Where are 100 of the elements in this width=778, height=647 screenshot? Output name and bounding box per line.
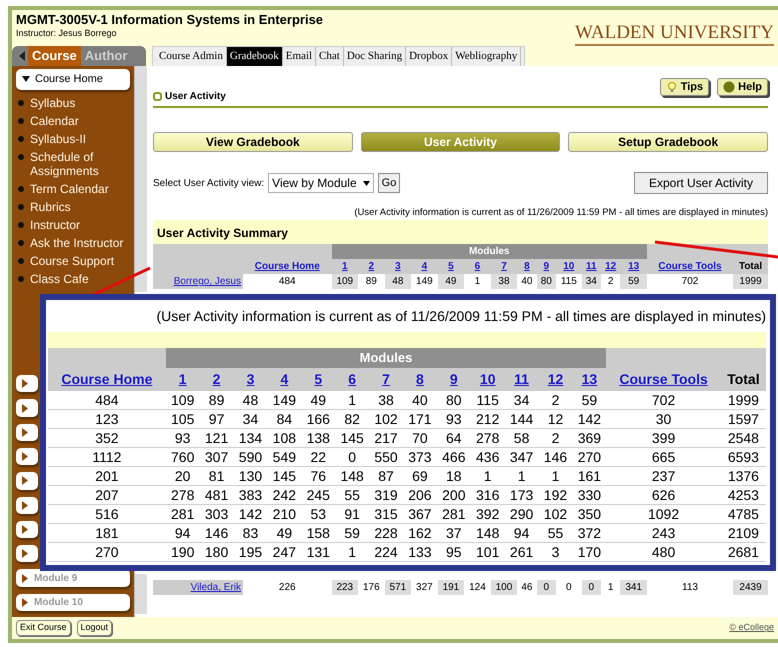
table-cell: 1999 bbox=[733, 274, 768, 290]
bullet-icon bbox=[18, 186, 24, 192]
table-cell: 93 bbox=[436, 409, 471, 428]
table-cell: 80 bbox=[536, 274, 556, 290]
table-cell: 228 bbox=[369, 523, 403, 542]
expand-button[interactable] bbox=[16, 448, 38, 466]
table-cell: 148 bbox=[470, 523, 505, 542]
section-title: User Activity bbox=[165, 90, 226, 104]
footer-button[interactable]: Exit Course bbox=[16, 620, 71, 636]
column-header-link[interactable]: 5 bbox=[314, 370, 322, 386]
sidebar-link[interactable]: Calendar bbox=[30, 114, 130, 128]
expand-arrow-icon bbox=[22, 574, 28, 583]
sidebar-link[interactable]: Term Calendar bbox=[30, 182, 130, 196]
column-header-link[interactable]: 6 bbox=[474, 261, 480, 272]
caret-icon bbox=[22, 76, 30, 82]
expand-button[interactable] bbox=[16, 424, 38, 442]
sidebar-link[interactable]: Ask the Instructor bbox=[30, 236, 130, 250]
column-header-link[interactable]: 9 bbox=[450, 370, 458, 386]
sidebar-link[interactable]: Rubrics bbox=[30, 200, 130, 214]
copyright-link[interactable]: © eCollege bbox=[729, 621, 774, 635]
column-header-link[interactable]: 7 bbox=[382, 370, 390, 386]
table-cell: 281 bbox=[166, 504, 200, 523]
table-cell: 319 bbox=[369, 485, 403, 504]
table-cell: 58 bbox=[504, 428, 539, 447]
table-cell: 270 bbox=[48, 542, 166, 561]
column-header-link[interactable]: 5 bbox=[448, 261, 454, 272]
expand-button[interactable] bbox=[16, 472, 38, 490]
table-cell: 484 bbox=[243, 274, 332, 290]
tool-tab[interactable]: Gradebook bbox=[226, 47, 283, 66]
tips-button[interactable]: Tips bbox=[660, 78, 710, 96]
column-header: Total bbox=[738, 261, 762, 272]
table-cell: 330 bbox=[572, 485, 606, 504]
expand-button[interactable] bbox=[16, 545, 38, 562]
table-cell: 383 bbox=[234, 485, 268, 504]
view-button[interactable]: View Gradebook bbox=[153, 132, 353, 152]
table-cell: 123 bbox=[48, 409, 166, 428]
table-cell: 307 bbox=[200, 447, 234, 466]
table-cell: 665 bbox=[606, 447, 721, 466]
bullet-icon bbox=[18, 154, 24, 160]
go-button[interactable]: Go bbox=[378, 173, 400, 193]
column-header-link[interactable]: 7 bbox=[501, 261, 507, 272]
table-cell: 76 bbox=[301, 466, 336, 485]
expand-button[interactable] bbox=[16, 375, 38, 392]
table-cell: 466 bbox=[436, 447, 471, 466]
table-cell: 760 bbox=[166, 447, 200, 466]
sidebar-link[interactable]: Instructor bbox=[30, 218, 130, 232]
sidebar-link[interactable]: Course Support bbox=[30, 254, 130, 268]
table-cell: 101 bbox=[470, 542, 505, 561]
table-cell: 49 bbox=[301, 390, 336, 409]
table-cell: 166 bbox=[301, 409, 336, 428]
sidebar-link[interactable]: Class Cafe bbox=[30, 272, 130, 286]
column-header-link[interactable]: 1 bbox=[178, 370, 187, 386]
column-header-link[interactable]: 3 bbox=[246, 370, 254, 386]
table-cell: 245 bbox=[301, 485, 336, 504]
table-cell: 223 bbox=[332, 580, 358, 596]
scrollbar[interactable] bbox=[135, 66, 147, 292]
expand-button[interactable] bbox=[16, 399, 38, 417]
table-cell: 173 bbox=[504, 485, 539, 504]
table-cell: 201 bbox=[48, 466, 166, 485]
table-cell: 81 bbox=[200, 466, 234, 485]
table-cell: 480 bbox=[606, 542, 721, 561]
column-header-link[interactable]: 8 bbox=[416, 370, 424, 386]
table-cell: 59 bbox=[572, 390, 606, 409]
column-header: Total bbox=[727, 370, 760, 386]
view-button[interactable]: Setup Gradebook bbox=[568, 132, 768, 152]
column-header-link[interactable]: 6 bbox=[348, 370, 356, 386]
collapse-icon[interactable] bbox=[18, 51, 26, 61]
column-header-link[interactable]: 2 bbox=[368, 261, 374, 272]
expand-button[interactable] bbox=[16, 520, 38, 538]
table-cell: 37 bbox=[436, 523, 471, 542]
footer-button[interactable]: Logout bbox=[76, 620, 112, 636]
column-header-link[interactable]: 4 bbox=[280, 370, 288, 386]
table-cell: 0 bbox=[335, 447, 370, 466]
sidebar-tab[interactable]: Course bbox=[28, 46, 81, 66]
course-home-button[interactable]: Course Home bbox=[16, 69, 130, 90]
column-header-link[interactable]: 2 bbox=[212, 370, 220, 386]
expand-arrow-icon bbox=[22, 476, 28, 486]
sidebar-link[interactable]: Syllabus-II bbox=[30, 132, 130, 146]
table-cell: 191 bbox=[438, 580, 464, 596]
table-cell: 109 bbox=[332, 274, 358, 290]
column-header-link[interactable]: 3 bbox=[395, 261, 401, 272]
table-cell: 212 bbox=[470, 409, 505, 428]
table-cell: 217 bbox=[369, 428, 403, 447]
table-cell: 1112 bbox=[48, 447, 166, 466]
table-cell: 89 bbox=[358, 274, 385, 290]
export-button[interactable]: Export User Activity bbox=[634, 172, 768, 194]
view-select[interactable]: View by Module bbox=[268, 173, 374, 193]
sidebar-link[interactable]: Schedule of Assignments bbox=[30, 150, 130, 178]
table-cell: 3 bbox=[538, 542, 572, 561]
table-cell: 1 bbox=[464, 274, 491, 290]
table-cell: 131 bbox=[301, 542, 336, 561]
sidebar-link[interactable]: Syllabus bbox=[30, 96, 130, 110]
column-header-link[interactable]: 4 bbox=[422, 261, 428, 272]
help-button[interactable]: Help bbox=[717, 78, 768, 96]
table-cell: 109 bbox=[166, 390, 200, 409]
column-header-link[interactable]: 1 bbox=[342, 261, 348, 272]
expand-button[interactable] bbox=[16, 496, 38, 514]
table-cell: 350 bbox=[572, 504, 606, 523]
table-cell: 626 bbox=[606, 485, 721, 504]
table-cell: 243 bbox=[606, 523, 721, 542]
